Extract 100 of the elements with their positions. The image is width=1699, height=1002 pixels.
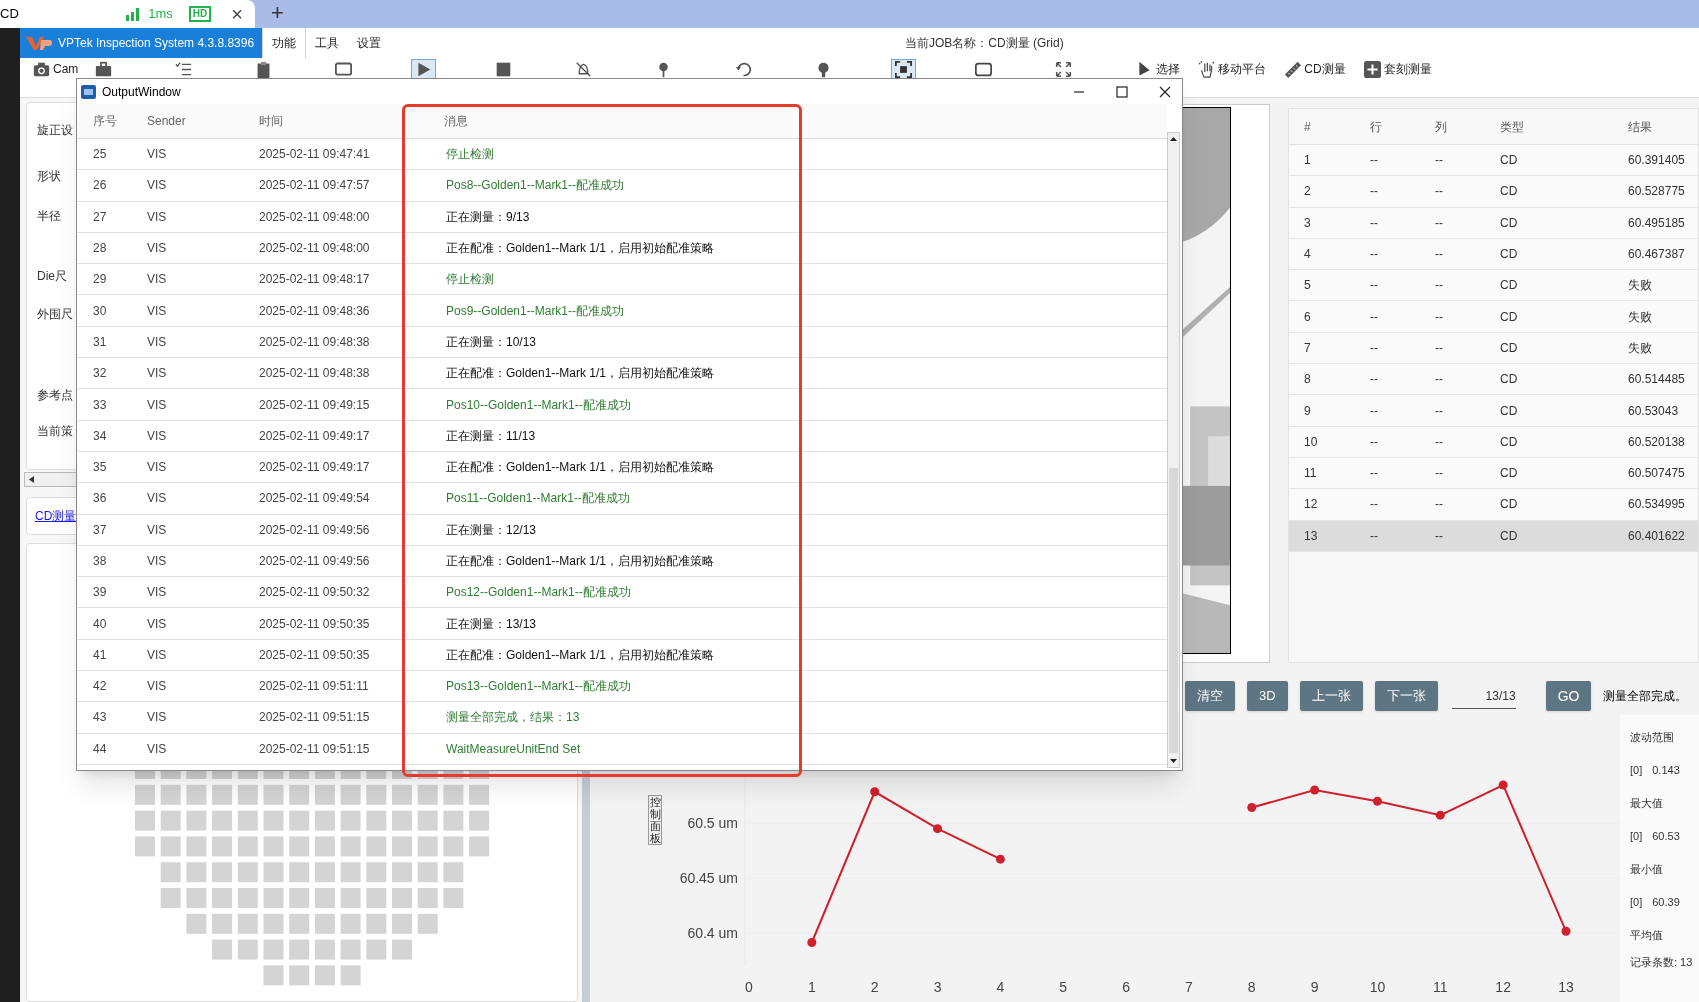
action-button[interactable]: 3D — [1247, 681, 1288, 711]
sender-cell-text: VIS — [147, 521, 168, 539]
toolbar-button[interactable]: 选择 — [1131, 59, 1186, 79]
axis-label: 10 — [1369, 979, 1386, 995]
row-number: 29 — [93, 271, 108, 289]
app-title: VPTek Inspection System 4.3.8.8396 — [58, 35, 255, 52]
table-row[interactable]: 13 -- -- CD 60.401622 — [1289, 520, 1698, 552]
stat-index: [0] — [1630, 895, 1643, 911]
sender-cell-text: VIS — [147, 302, 168, 320]
message-cell-text: 正在测量：11/13 — [445, 427, 537, 445]
axis-label: 6 — [1122, 979, 1130, 995]
time-cell-text: 2025-02-11 09:49:54 — [259, 490, 371, 508]
toolbar-button[interactable]: 移动平台 — [1193, 59, 1272, 79]
table-cell-text: -- — [1370, 433, 1379, 451]
ping-text: 1ms — [148, 5, 173, 24]
row-number: 39 — [93, 584, 108, 602]
row-number: 28 — [93, 240, 108, 258]
table-cell-text: 5 — [1304, 277, 1312, 295]
time-cell-text: 2025-02-11 09:48:38 — [259, 333, 371, 351]
action-button[interactable]: 下一张 — [1374, 681, 1438, 711]
column-header: 类型 — [1500, 118, 1525, 136]
column-header: 列 — [1435, 118, 1448, 136]
recipe-link[interactable]: CD测量 — [35, 507, 77, 525]
sender-cell-text: VIS — [147, 490, 168, 508]
time-cell-text: 2025-02-11 09:51:15 — [259, 740, 371, 758]
sender-cell-text: VIS — [147, 208, 168, 226]
column-header: 序号 — [93, 113, 118, 130]
sender-cell-text: VIS — [147, 553, 168, 570]
time-cell-text: 2025-02-11 09:51:15 — [259, 709, 371, 727]
settings-label: 旋正设 — [37, 123, 73, 137]
sender-cell-text: VIS — [147, 333, 168, 351]
message-cell-text: 停止检测 — [445, 271, 495, 289]
control-panel-tab[interactable]: 控制面板 — [648, 795, 662, 846]
toolbar-button[interactable]: CD测量 — [1279, 59, 1351, 79]
stat-value: 60.39 — [1652, 895, 1680, 911]
toolbar-button[interactable]: Cam — [28, 59, 84, 79]
table-cell-text: -- — [1370, 527, 1379, 545]
settings-label: 形状 — [37, 169, 62, 183]
message-cell-text: 正在测量：10/13 — [445, 333, 538, 351]
menu-item[interactable]: 功能 — [262, 28, 306, 58]
row-number: 35 — [93, 459, 108, 477]
settings-label: 当前策 — [37, 424, 73, 438]
time-cell-text: 2025-02-11 09:50:35 — [259, 646, 371, 664]
table-cell-text: CD — [1500, 246, 1519, 264]
page-field[interactable]: 13/13 — [1451, 683, 1516, 709]
table-cell-text: 10 — [1304, 433, 1319, 451]
time-cell-text: 2025-02-11 09:47:41 — [259, 146, 371, 164]
settings-label: 参考点 — [37, 388, 73, 402]
time-cell-text: 2025-02-11 09:50:32 — [259, 584, 371, 602]
time-cell-text: 2025-02-11 09:48:17 — [259, 271, 371, 289]
table-cell-text: -- — [1435, 402, 1444, 420]
sender-cell-text: VIS — [147, 240, 168, 258]
settings-label: 外围尺 — [37, 307, 73, 321]
row-number: 30 — [93, 302, 108, 320]
time-cell-text: 2025-02-11 09:49:56 — [259, 521, 371, 539]
sender-cell-text: VIS — [147, 678, 168, 696]
sender-cell-text: VIS — [147, 740, 168, 758]
table-cell-text: 11 — [1304, 465, 1318, 483]
axis-label: 60.5 um — [687, 815, 738, 832]
table-cell-text: -- — [1370, 465, 1379, 483]
row-number: 37 — [93, 521, 108, 539]
tab-title: CD — [0, 5, 19, 24]
stat-value: 60.53 — [1652, 829, 1680, 845]
action-button[interactable]: 清空 — [1185, 681, 1235, 711]
time-cell-text: 2025-02-11 09:49:17 — [259, 427, 371, 445]
table-cell-text: CD — [1500, 214, 1519, 232]
close-tab-button[interactable]: × — [231, 4, 243, 24]
table-cell-text: 13 — [1304, 527, 1319, 545]
column-header: 消息 — [444, 113, 469, 130]
table-cell-text: 失败 — [1628, 277, 1653, 295]
table-cell-text: CD — [1500, 152, 1519, 170]
table-cell-text: 8 — [1304, 371, 1312, 389]
message-cell-text: 正在测量：12/13 — [445, 521, 538, 539]
table-cell-text: CD — [1500, 339, 1519, 357]
table-cell-text: 12 — [1304, 496, 1319, 514]
sender-cell-text: VIS — [147, 584, 168, 602]
toolbar-button[interactable]: 套刻测量 — [1358, 59, 1437, 79]
table-cell-text: -- — [1435, 214, 1444, 232]
sender-cell-text: VIS — [147, 396, 168, 414]
time-cell-text: 2025-02-11 09:51:11 — [259, 678, 370, 696]
action-button[interactable]: 上一张 — [1299, 681, 1363, 711]
row-number: 41 — [93, 646, 108, 664]
table-cell-text: 1 — [1304, 152, 1312, 170]
row-number: 26 — [93, 177, 108, 195]
sender-cell-text: VIS — [147, 146, 168, 164]
row-number: 25 — [93, 146, 108, 164]
new-tab-button[interactable]: + — [271, 2, 284, 24]
message-cell-text: WaitMeasureUnitEnd Set — [445, 740, 582, 758]
axis-label: 0 — [745, 979, 753, 995]
table-cell-text: -- — [1435, 152, 1444, 170]
table-cell-text: 3 — [1304, 214, 1312, 232]
table-cell-text: -- — [1435, 277, 1444, 295]
message-cell-text: Pos11--Golden1--Mark1--配准成功 — [445, 490, 631, 508]
sender-cell-text: VIS — [147, 427, 168, 445]
status-text: 测量全部完成。 — [1603, 688, 1688, 705]
stat-index: [0] — [1630, 763, 1643, 779]
table-cell-text: -- — [1370, 371, 1379, 389]
row-number: 33 — [93, 396, 108, 414]
table-cell-text: CD — [1500, 308, 1519, 326]
go-button[interactable]: GO — [1545, 681, 1592, 711]
